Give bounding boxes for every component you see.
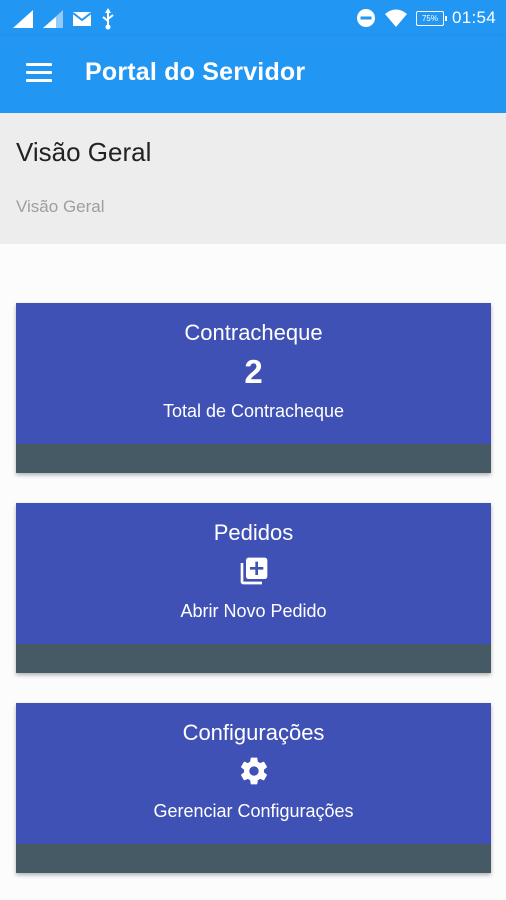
signal-icon — [13, 10, 33, 28]
card-body[interactable]: Contracheque 2 Total de Contracheque — [16, 303, 491, 444]
gear-icon — [241, 757, 267, 785]
card-title: Contracheque — [184, 320, 323, 345]
add-to-library-icon — [240, 557, 268, 585]
status-bar: 75% 01:54 — [0, 0, 506, 36]
card-body[interactable]: Pedidos Abrir Novo Pedido — [16, 503, 491, 644]
page-title: Visão Geral — [16, 137, 152, 167]
usb-icon — [102, 8, 114, 30]
card-subtitle: Gerenciar Configurações — [153, 801, 354, 821]
card-footer[interactable] — [16, 644, 491, 673]
battery-icon: 75% — [415, 10, 447, 26]
pedidos-card[interactable]: Pedidos Abrir Novo Pedido — [16, 503, 491, 673]
card-footer[interactable] — [16, 444, 491, 473]
contracheque-card[interactable]: Contracheque 2 Total de Contracheque — [16, 303, 491, 473]
do-not-disturb-icon — [356, 9, 375, 27]
page-header: Visão Geral Visão Geral — [0, 113, 506, 244]
app-title: Portal do Servidor — [85, 58, 306, 86]
app-bar: Portal do Servidor — [0, 36, 506, 113]
configuracoes-card[interactable]: Configurações Gerenciar Configurações — [16, 703, 491, 873]
card-body[interactable]: Configurações Gerenciar Configurações — [16, 703, 491, 844]
breadcrumb[interactable]: Visão Geral — [16, 197, 105, 217]
menu-icon[interactable] — [26, 63, 54, 85]
contracheque-count: 2 — [244, 353, 263, 390]
card-title: Pedidos — [213, 520, 294, 545]
wifi-icon — [384, 9, 407, 27]
mail-icon — [72, 12, 92, 26]
card-subtitle: Abrir Novo Pedido — [180, 601, 327, 621]
status-time: 01:54 — [451, 8, 496, 27]
card-title: Configurações — [182, 720, 325, 745]
card-footer[interactable] — [16, 844, 491, 873]
card-subtitle: Total de Contracheque — [162, 401, 345, 421]
signal-icon-2 — [43, 10, 63, 28]
